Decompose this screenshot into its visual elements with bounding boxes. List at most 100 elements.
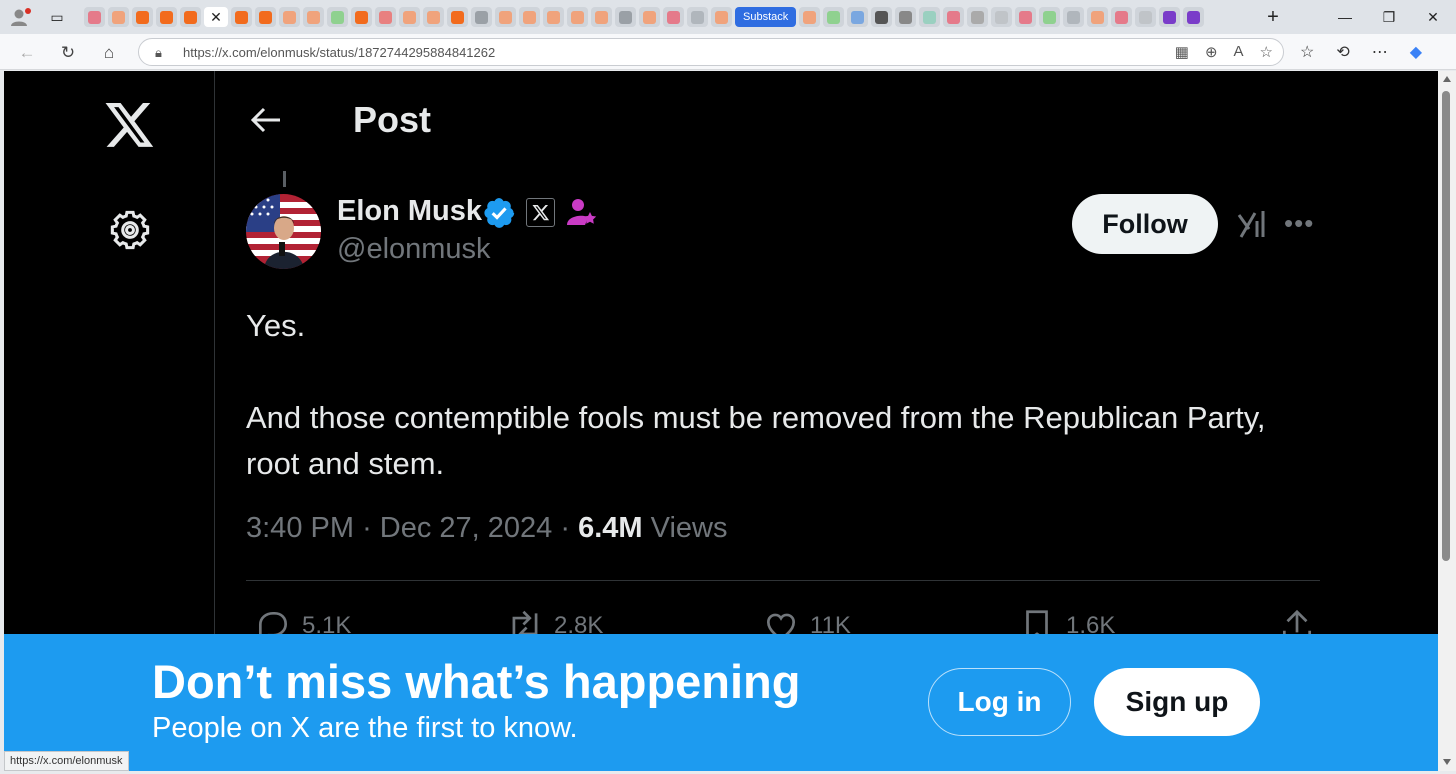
more-icon[interactable]: ••• bbox=[1284, 209, 1318, 239]
lock-icon[interactable]: 🔒︎ bbox=[155, 45, 162, 61]
tab[interactable] bbox=[711, 7, 732, 27]
scroll-up-icon[interactable] bbox=[1443, 76, 1451, 82]
home-icon[interactable]: ⌂ bbox=[98, 42, 120, 64]
gear-icon[interactable] bbox=[107, 207, 153, 253]
tab[interactable] bbox=[1183, 7, 1205, 27]
tab-strip: ✕ Substack bbox=[84, 6, 1205, 28]
tab-active-close-icon[interactable]: ✕ bbox=[204, 7, 228, 27]
tab[interactable] bbox=[180, 7, 201, 27]
tab[interactable] bbox=[991, 7, 1013, 27]
tab-substack[interactable]: Substack bbox=[735, 7, 797, 27]
tab[interactable] bbox=[351, 7, 372, 27]
tab[interactable] bbox=[84, 7, 105, 27]
tab[interactable] bbox=[943, 7, 965, 27]
url-text[interactable]: https://x.com/elonmusk/status/1872744295… bbox=[183, 45, 495, 60]
tab[interactable] bbox=[519, 7, 540, 27]
status-bar-url: https://x.com/elonmusk bbox=[4, 751, 129, 771]
back-nav-icon[interactable]: ← bbox=[16, 42, 38, 64]
post-time[interactable]: 3:40 PM bbox=[246, 512, 354, 544]
tab[interactable] bbox=[375, 7, 396, 27]
divider bbox=[246, 580, 1320, 581]
copilot-icon[interactable]: ◆ bbox=[1410, 42, 1422, 62]
author-handle[interactable]: @elonmusk bbox=[337, 233, 491, 266]
tab[interactable] bbox=[847, 7, 869, 27]
signup-button[interactable]: Sign up bbox=[1094, 668, 1260, 736]
tab[interactable] bbox=[967, 7, 989, 27]
tab[interactable] bbox=[567, 7, 588, 27]
tab[interactable] bbox=[799, 7, 821, 27]
tab[interactable] bbox=[1111, 7, 1133, 27]
tab[interactable] bbox=[1159, 7, 1181, 27]
tab-actions-icon[interactable]: ▭ bbox=[46, 6, 68, 28]
tab[interactable] bbox=[615, 7, 636, 27]
app-available-icon[interactable]: ▦ bbox=[1175, 43, 1189, 61]
meta-separator: · bbox=[560, 512, 571, 544]
scroll-thumb[interactable] bbox=[1442, 91, 1450, 561]
meta-separator: · bbox=[362, 512, 372, 544]
reload-icon[interactable]: ↻ bbox=[57, 42, 79, 64]
post-text-line: Yes. bbox=[246, 308, 306, 343]
tab[interactable] bbox=[255, 7, 276, 27]
omnibox[interactable]: 🔒︎ https://x.com/elonmusk/status/1872744… bbox=[138, 38, 1284, 66]
tab[interactable] bbox=[303, 7, 324, 27]
tab[interactable] bbox=[495, 7, 516, 27]
author-name[interactable]: Elon Musk bbox=[337, 195, 482, 228]
tab[interactable] bbox=[663, 7, 684, 27]
tab[interactable] bbox=[1015, 7, 1037, 27]
profile-icon[interactable] bbox=[10, 7, 32, 27]
tab[interactable] bbox=[279, 7, 300, 27]
back-arrow-icon[interactable] bbox=[250, 107, 282, 133]
scroll-down-icon[interactable] bbox=[1443, 759, 1451, 765]
tab[interactable] bbox=[823, 7, 845, 27]
maximize-button[interactable]: ❐ bbox=[1378, 6, 1400, 28]
favorites-icon[interactable]: ☆ bbox=[1300, 42, 1314, 62]
verified-badge-icon[interactable] bbox=[482, 196, 516, 230]
tab[interactable] bbox=[423, 7, 444, 27]
page-title: Post bbox=[353, 99, 432, 140]
tab[interactable] bbox=[156, 7, 177, 27]
browser-tab-bar: ▭ ✕ Substack + — ❐ ✕ bbox=[0, 0, 1456, 34]
tab[interactable] bbox=[327, 7, 348, 27]
avatar[interactable] bbox=[246, 194, 321, 269]
x-logo-icon[interactable] bbox=[104, 103, 156, 149]
banner-subtitle: People on X are the first to know. bbox=[152, 712, 578, 744]
tab[interactable] bbox=[132, 7, 153, 27]
tab[interactable] bbox=[1063, 7, 1085, 27]
tab[interactable] bbox=[1039, 7, 1061, 27]
new-tab-button[interactable]: + bbox=[1262, 6, 1284, 28]
person-star-icon[interactable] bbox=[566, 196, 598, 228]
settings-more-icon[interactable]: ⋯ bbox=[1372, 42, 1388, 62]
tab[interactable] bbox=[447, 7, 468, 27]
tab[interactable] bbox=[687, 7, 708, 27]
tab[interactable] bbox=[471, 7, 492, 27]
tab[interactable] bbox=[1087, 7, 1109, 27]
grok-icon[interactable] bbox=[1237, 209, 1269, 239]
tab[interactable] bbox=[1135, 7, 1157, 27]
favorite-star-icon[interactable]: ☆ bbox=[1260, 43, 1273, 61]
tab[interactable] bbox=[591, 7, 612, 27]
post-text-line: And those contemptible fools must be rem… bbox=[246, 400, 1266, 481]
x-affiliation-icon[interactable] bbox=[526, 198, 555, 227]
thread-connector bbox=[283, 171, 286, 187]
tab[interactable] bbox=[639, 7, 660, 27]
tab[interactable] bbox=[919, 7, 941, 27]
zoom-icon[interactable]: ⊕ bbox=[1205, 43, 1218, 61]
views-count: 6.4M bbox=[578, 512, 643, 544]
history-icon[interactable]: ⟲ bbox=[1336, 42, 1349, 62]
post-meta: 3:40 PM · Dec 27, 2024 · 6.4M Views bbox=[246, 512, 728, 545]
post-date[interactable]: Dec 27, 2024 bbox=[380, 512, 553, 544]
login-button[interactable]: Log in bbox=[928, 668, 1071, 736]
address-bar-row: ← ↻ ⌂ 🔒︎ https://x.com/elonmusk/status/1… bbox=[0, 34, 1456, 70]
scrollbar[interactable] bbox=[1438, 71, 1456, 771]
close-window-button[interactable]: ✕ bbox=[1422, 6, 1444, 28]
tab[interactable] bbox=[108, 7, 129, 27]
tab[interactable] bbox=[399, 7, 420, 27]
minimize-button[interactable]: — bbox=[1334, 6, 1356, 28]
tab[interactable] bbox=[895, 7, 917, 27]
tab[interactable] bbox=[231, 7, 252, 27]
tab[interactable] bbox=[543, 7, 564, 27]
follow-button[interactable]: Follow bbox=[1072, 194, 1218, 254]
read-aloud-icon[interactable]: A bbox=[1234, 43, 1244, 61]
signup-banner: Don’t miss what’s happening People on X … bbox=[4, 634, 1438, 771]
tab[interactable] bbox=[871, 7, 893, 27]
